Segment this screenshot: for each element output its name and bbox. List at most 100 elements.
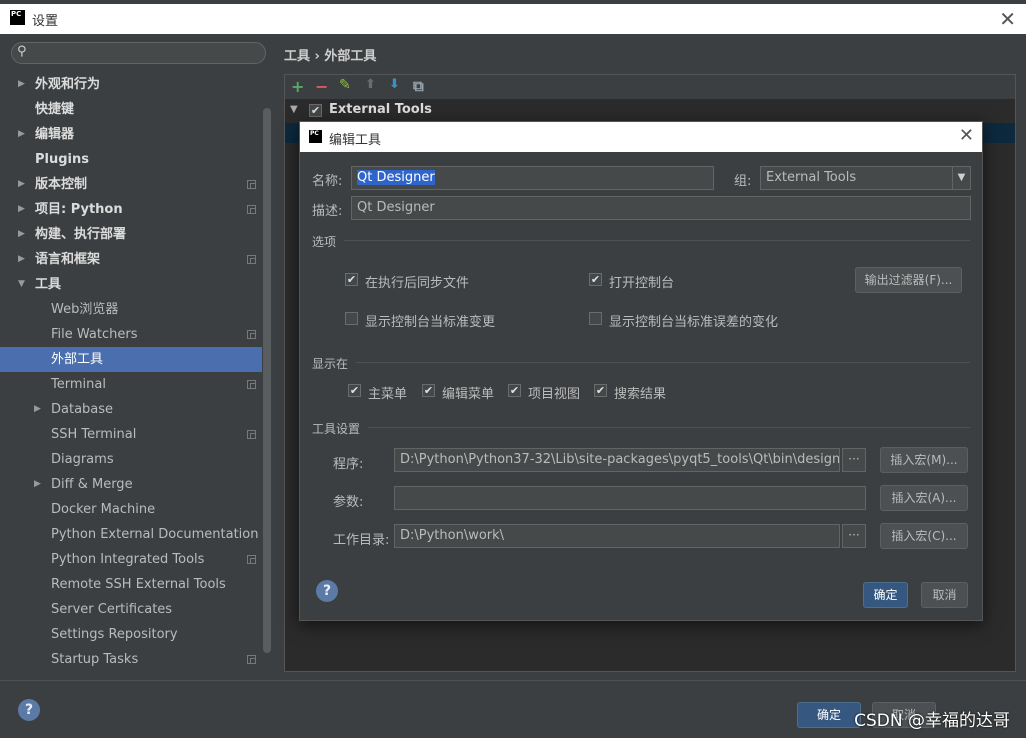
project-view-checkbox[interactable]: ✔: [508, 384, 521, 397]
sidebar-item[interactable]: ▼ 工具: [0, 272, 262, 297]
edit-tool-dialog: PC 编辑工具 ✕ 名称: Qt Designer 组: External To…: [299, 121, 983, 621]
program-input[interactable]: D:\Python\Python37-32\Lib\site-packages\…: [394, 448, 840, 472]
remove-icon[interactable]: −: [315, 77, 328, 96]
sidebar-scrollbar[interactable]: [263, 108, 271, 653]
edit-icon[interactable]: ✎: [339, 77, 351, 93]
show-console-stderr-label: 显示控制台当标准误差的变化: [609, 315, 779, 330]
sidebar-item-label: Startup Tasks: [51, 652, 139, 667]
parameters-insert-macro-button[interactable]: 插入宏(A)...: [880, 485, 968, 511]
sidebar-item[interactable]: Diagrams: [0, 447, 262, 472]
main-menu-checkbox[interactable]: ✔: [348, 384, 361, 397]
output-filters-button[interactable]: 输出过滤器(F)...: [855, 267, 962, 293]
search-results-label: 搜索结果: [614, 387, 667, 402]
working-dir-input[interactable]: D:\Python\work\: [394, 524, 840, 548]
sidebar-item-label: Database: [51, 402, 114, 417]
working-dir-insert-macro-button[interactable]: 插入宏(C)...: [880, 523, 968, 549]
chevron-down-icon[interactable]: ▼: [290, 104, 298, 115]
sidebar-item[interactable]: Terminal: [0, 372, 262, 397]
sidebar-item-label: Web浏览器: [51, 302, 119, 317]
help-icon[interactable]: ?: [18, 699, 40, 721]
external-tools-toolbar: + − ✎ ⬆ ⬇ ⧉: [285, 75, 1015, 99]
show-console-stderr-checkbox[interactable]: [589, 312, 602, 325]
chevron-right-icon[interactable]: ▶: [18, 72, 30, 97]
dialog-ok-button[interactable]: 确定: [863, 582, 908, 608]
project-view-label: 项目视图: [528, 387, 581, 402]
sidebar-item-label: 快捷键: [35, 102, 75, 117]
sidebar-item[interactable]: ▶ Database: [0, 397, 262, 422]
project-level-icon: [247, 205, 256, 214]
sidebar-item[interactable]: Settings Repository: [0, 622, 262, 647]
sidebar-item-label: Terminal: [51, 377, 106, 392]
sidebar-item[interactable]: File Watchers: [0, 322, 262, 347]
sidebar-item[interactable]: Server Certificates: [0, 597, 262, 622]
sidebar-item[interactable]: Startup Tasks: [0, 647, 262, 672]
working-dir-browse-button[interactable]: ···: [842, 524, 866, 548]
move-down-icon[interactable]: ⬇: [389, 77, 400, 92]
dialog-title: 编辑工具: [329, 133, 382, 148]
dialog-close-icon[interactable]: ✕: [959, 125, 974, 146]
sidebar-item[interactable]: Python External Documentation: [0, 522, 262, 547]
sidebar-item[interactable]: Plugins: [0, 147, 262, 172]
chevron-down-icon[interactable]: ▼: [18, 272, 30, 297]
description-label: 描述:: [312, 204, 343, 219]
editor-menu-checkbox[interactable]: ✔: [422, 384, 435, 397]
chevron-right-icon[interactable]: ▶: [34, 397, 46, 422]
external-tools-checkbox[interactable]: ✔: [309, 104, 322, 117]
sidebar-item[interactable]: ▶ 编辑器: [0, 122, 262, 147]
pycharm-logo-icon: PC: [10, 10, 25, 25]
sidebar-item[interactable]: ▶ 构建、执行部署: [0, 222, 262, 247]
chevron-right-icon[interactable]: ▶: [18, 247, 30, 272]
open-console-checkbox[interactable]: ✔: [589, 273, 602, 286]
main-menu-label: 主菜单: [368, 387, 408, 402]
add-icon[interactable]: +: [291, 77, 304, 96]
parameters-input[interactable]: [394, 486, 866, 510]
sidebar-item[interactable]: ▶ Diff & Merge: [0, 472, 262, 497]
sidebar-item[interactable]: Web浏览器: [0, 297, 262, 322]
chevron-right-icon[interactable]: ▶: [18, 222, 30, 247]
window-close-icon[interactable]: ✕: [999, 7, 1016, 31]
chevron-right-icon[interactable]: ▶: [34, 472, 46, 497]
program-browse-button[interactable]: ···: [842, 448, 866, 472]
sidebar-item[interactable]: Docker Machine: [0, 497, 262, 522]
pycharm-logo-icon: PC: [309, 130, 322, 143]
tool-settings-divider: [368, 427, 970, 428]
show-console-stdout-checkbox[interactable]: [345, 312, 358, 325]
sync-files-checkbox[interactable]: ✔: [345, 273, 358, 286]
sidebar-item[interactable]: 外部工具: [0, 347, 262, 372]
window-title: 设置: [32, 14, 59, 29]
settings-search-input[interactable]: ⚲: [11, 42, 266, 64]
sidebar-item[interactable]: SSH Terminal: [0, 422, 262, 447]
name-input[interactable]: Qt Designer: [351, 166, 714, 190]
tool-settings-section-title: 工具设置: [312, 422, 361, 436]
chevron-right-icon[interactable]: ▶: [18, 197, 30, 222]
group-label: 组:: [734, 174, 752, 189]
external-tools-group-row[interactable]: ▼ ✔ External Tools: [285, 101, 1015, 121]
sidebar-item[interactable]: ▶ 外观和行为: [0, 72, 262, 97]
help-icon[interactable]: ?: [316, 580, 338, 602]
sidebar-item-label: Plugins: [35, 152, 89, 167]
sidebar-item-label: Diff & Merge: [51, 477, 133, 492]
chevron-right-icon[interactable]: ▶: [18, 172, 30, 197]
sidebar-item[interactable]: Remote SSH External Tools: [0, 572, 262, 597]
sidebar-item-label: 构建、执行部署: [35, 227, 127, 242]
sidebar-item[interactable]: 快捷键: [0, 97, 262, 122]
sidebar-item-label: Server Certificates: [51, 602, 173, 617]
dialog-cancel-button[interactable]: 取消: [921, 582, 968, 608]
move-up-icon[interactable]: ⬆: [365, 77, 376, 92]
group-combobox[interactable]: External Tools ▼: [760, 166, 971, 190]
project-level-icon: [247, 430, 256, 439]
chevron-right-icon[interactable]: ▶: [18, 122, 30, 147]
program-insert-macro-button[interactable]: 插入宏(M)...: [880, 447, 968, 473]
sidebar-item[interactable]: ▶ 语言和框架: [0, 247, 262, 272]
sidebar-item[interactable]: ▶ 项目: Python: [0, 197, 262, 222]
settings-tree: ▶ 外观和行为 快捷键 ▶ 编辑器 Plugins ▶ 版本控制 ▶ 项目: Python ▶ 构建、…: [0, 72, 262, 672]
options-divider: [344, 240, 970, 241]
copy-icon[interactable]: ⧉: [413, 77, 424, 95]
chevron-down-icon[interactable]: ▼: [952, 167, 970, 189]
name-input-value: Qt Designer: [357, 170, 435, 185]
sidebar-item[interactable]: ▶ 版本控制: [0, 172, 262, 197]
description-input[interactable]: Qt Designer: [351, 196, 971, 220]
sidebar-item[interactable]: Python Integrated Tools: [0, 547, 262, 572]
search-results-checkbox[interactable]: ✔: [594, 384, 607, 397]
settings-ok-button[interactable]: 确定: [797, 702, 861, 728]
